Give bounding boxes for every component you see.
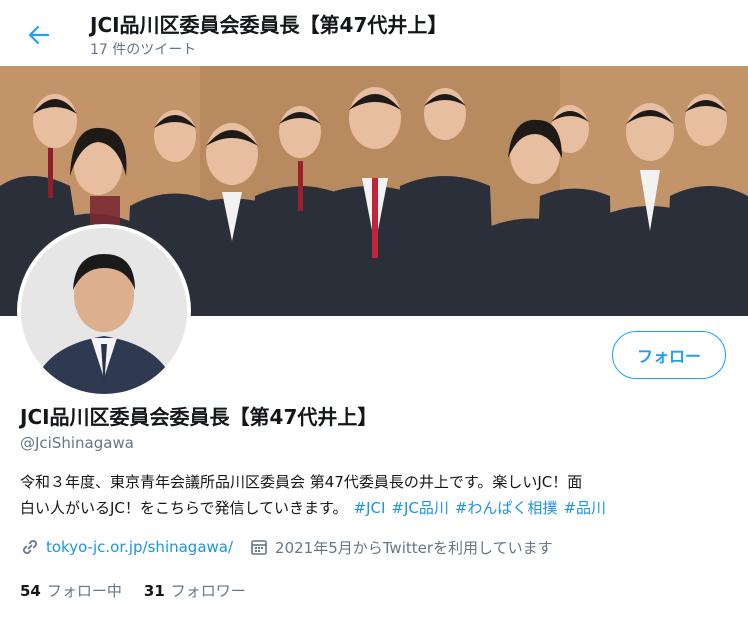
join-date: 2021年5月からTwitterを利用しています — [275, 538, 553, 557]
profile-header: JCI品川区委員会委員長【第47代井上】 17 件のツイート — [0, 0, 748, 66]
link-icon — [20, 537, 40, 557]
profile-bio: 令和３年度、東京青年会議所品川区委員会 第47代委員長の井上です。楽しいJC！面… — [20, 469, 735, 521]
hashtag-link[interactable]: #JCI — [354, 499, 386, 517]
hashtag-link[interactable]: #JC品川 — [391, 499, 448, 517]
profile-avatar[interactable] — [17, 224, 191, 398]
follow-stats: 54 フォロー中 31 フォロワー — [20, 580, 268, 601]
bio-line-2: 白い人がいるJC！をこちらで発信していきます。 #JCI #JC品川 #わんぱく相撲 #… — [20, 495, 735, 521]
user-handle: @JciShinagawa — [20, 434, 134, 452]
tweet-count: 17 件のツイート — [90, 42, 197, 58]
header-title: JCI品川区委員会委員長【第47代井上】 — [90, 13, 448, 37]
following-stat[interactable]: 54 フォロー中 — [20, 580, 122, 601]
follow-button[interactable]: フォロー — [612, 331, 726, 379]
followers-count: 31 — [143, 582, 165, 600]
profile-meta: tokyo-jc.or.jp/shinagawa/ 2021年5月からTwitt… — [20, 535, 553, 559]
calendar-icon — [249, 537, 269, 557]
followers-label: フォロワー — [170, 582, 246, 600]
bio-line-1: 令和３年度、東京青年会議所品川区委員会 第47代委員長の井上です。楽しいJC！面 — [20, 473, 583, 491]
avatar-photo — [21, 228, 187, 394]
hashtag-link[interactable]: #わんぱく相撲 — [455, 499, 558, 517]
following-label: フォロー中 — [46, 582, 122, 600]
display-name: JCI品川区委員会委員長【第47代井上】 — [20, 405, 378, 429]
followers-stat[interactable]: 31 フォロワー — [144, 580, 246, 601]
following-count: 54 — [20, 582, 41, 600]
hashtag-link[interactable]: #品川 — [563, 499, 606, 517]
back-button[interactable] — [22, 18, 56, 52]
website-link[interactable]: tokyo-jc.or.jp/shinagawa/ — [46, 538, 233, 556]
bio-text: 白い人がいるJC！をこちらで発信していきます。 — [20, 499, 348, 517]
back-arrow-icon — [28, 25, 50, 45]
